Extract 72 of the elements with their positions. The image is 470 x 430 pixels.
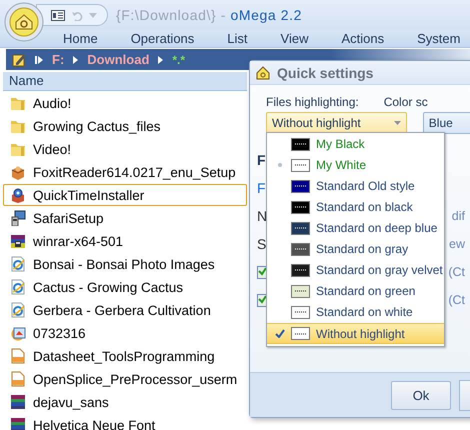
window-title: {F:\Download\} - oMega 2.2 <box>116 7 302 23</box>
path-start-icon[interactable] <box>35 56 43 64</box>
file-name[interactable]: SafariSetup <box>33 210 104 226</box>
web-page-icon <box>10 302 26 318</box>
home-icon <box>256 66 270 80</box>
dropdown-option[interactable]: Standard on black <box>267 197 444 217</box>
picture-icon <box>10 325 26 341</box>
dropdown-option[interactable]: Without highlight <box>267 323 444 344</box>
file-name[interactable]: Audio! <box>33 96 72 110</box>
menu-tab[interactable]: List <box>227 30 248 46</box>
option-text: N <box>257 208 268 224</box>
option-text: ew <box>449 237 465 251</box>
option-text: F <box>257 152 266 168</box>
edit-note-icon <box>12 52 26 66</box>
file-name[interactable]: Bonsai - Bonsai Photo Images <box>33 256 215 272</box>
file-name[interactable]: FoxitReader614.0217_enu_Setup <box>33 164 236 180</box>
file-name[interactable]: Datasheet_ToolsProgramming <box>33 348 215 364</box>
file-name[interactable]: 0732316 <box>33 326 86 340</box>
tick-icon <box>258 294 267 304</box>
archive-books-icon <box>10 233 26 249</box>
package-icon <box>10 187 26 203</box>
dropdown-option[interactable]: Standard on gray velvet <box>267 260 444 280</box>
highlighting-dropdown[interactable]: Without highlight <box>266 112 407 134</box>
home-orb-button[interactable] <box>4 2 44 42</box>
ok-button[interactable]: Ok <box>391 380 451 410</box>
dropdown-option[interactable]: Standard on gray <box>267 239 444 259</box>
option-text: (Ct <box>448 265 465 279</box>
dropdown-caret-icon <box>394 121 401 125</box>
color-scheme-dropdown[interactable]: Blue <box>422 112 470 134</box>
panel-icon[interactable] <box>51 10 65 20</box>
document-icon <box>10 348 26 364</box>
column-header[interactable]: Name <box>3 72 247 91</box>
file-name[interactable]: Cactus - Growing Cactus <box>33 280 184 294</box>
dropdown-option[interactable]: My Black <box>267 134 444 154</box>
option-text: (Ct <box>448 293 465 307</box>
link-text[interactable]: F <box>257 180 266 196</box>
menu-tab[interactable]: System <box>417 30 460 46</box>
file-name[interactable]: winrar-x64-501 <box>33 234 124 248</box>
folder-icon <box>10 141 26 157</box>
folder-icon <box>10 118 26 134</box>
menu-tab[interactable]: View <box>280 30 308 46</box>
computer-setup-icon <box>10 210 26 226</box>
menu-tab[interactable]: Home <box>63 30 98 46</box>
option-text: dif <box>452 209 465 223</box>
file-name[interactable]: Video! <box>33 142 72 156</box>
file-name[interactable]: Helvetica Neue Font <box>33 418 156 430</box>
field-label: Files highlighting: <box>266 95 359 109</box>
menu-tab[interactable]: Operations <box>130 30 194 46</box>
dropdown-option[interactable]: Standard on deep blue <box>267 218 444 238</box>
dialog-title: Quick settings <box>277 64 374 80</box>
dropdown-option[interactable]: Standard on green <box>267 281 444 301</box>
field-label: Color sc <box>384 95 428 109</box>
file-mask[interactable]: *.* <box>172 52 186 66</box>
web-page-icon <box>10 256 26 272</box>
document-icon <box>10 371 26 387</box>
file-name[interactable]: Growing Cactus_files <box>33 118 161 134</box>
path-arrow-icon[interactable] <box>73 56 78 64</box>
web-page-icon <box>10 279 26 295</box>
file-name[interactable]: OpenSplice_PreProcessor_userm <box>33 372 238 386</box>
file-name[interactable]: dejavu_sans <box>33 394 109 410</box>
tick-icon <box>258 266 267 276</box>
folder-icon <box>10 95 26 111</box>
archive-books-icon <box>10 417 26 430</box>
path-arrow-icon[interactable] <box>158 56 164 64</box>
archive-books-icon <box>10 394 26 410</box>
package-icon <box>10 164 26 180</box>
dropdown-option[interactable]: Standard on white <box>267 302 444 322</box>
dropdown-option[interactable]: Standard Old style <box>267 176 444 196</box>
option-text: S <box>257 236 266 252</box>
file-name[interactable]: Gerbera - Gerbera Cultivation <box>33 302 211 318</box>
menu-tab[interactable]: Actions <box>341 30 384 46</box>
dropdown-option[interactable]: My White <box>267 155 444 175</box>
